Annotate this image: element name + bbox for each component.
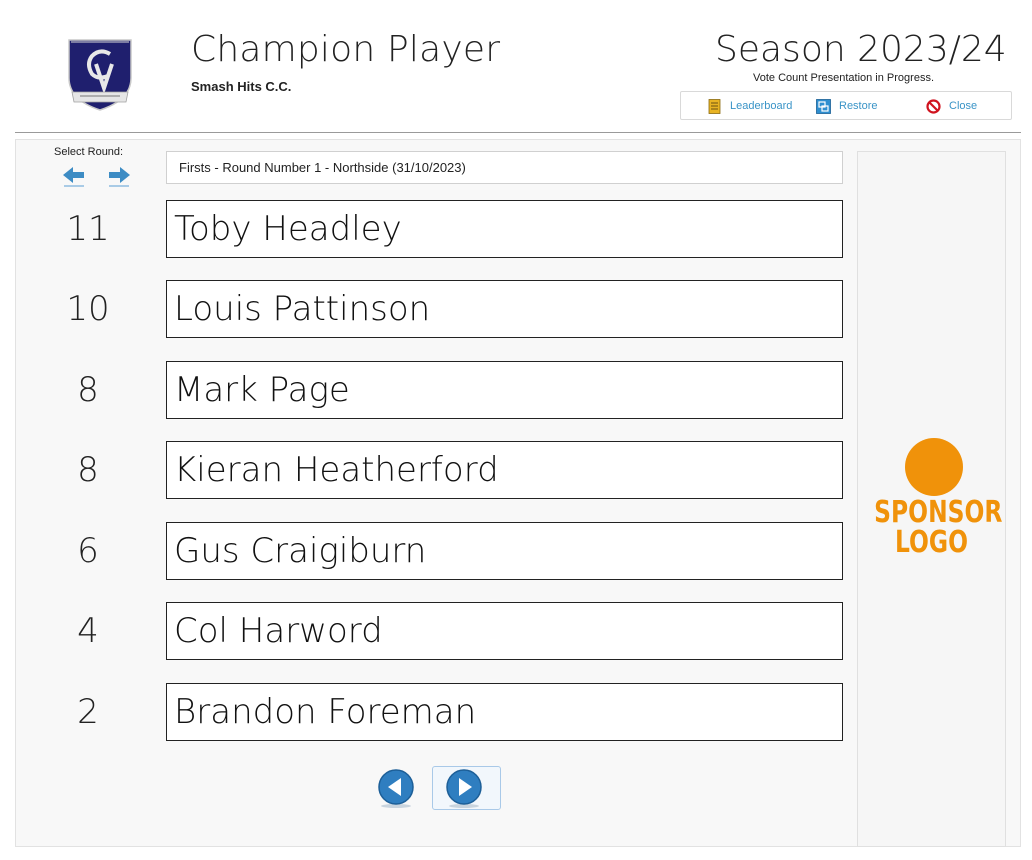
- vote-row: 4 Col Harword: [0, 602, 860, 660]
- restore-icon: [816, 98, 831, 114]
- vote-points: 8: [77, 370, 99, 410]
- restore-label: Restore: [839, 100, 878, 112]
- vote-player: Gus Craigiburn: [166, 522, 843, 580]
- sponsor-logo-dot: [905, 438, 963, 496]
- select-round-label: Select Round:: [54, 146, 124, 158]
- vote-points: 11: [66, 209, 110, 249]
- leaderboard-icon: [707, 98, 722, 114]
- app-title: Champion Player: [191, 29, 501, 70]
- vote-row: 8 Mark Page: [0, 361, 860, 419]
- vote-points: 8: [77, 450, 99, 490]
- sponsor-line-2: LOGO: [894, 525, 969, 560]
- circle-arrow-left-icon: [378, 769, 414, 808]
- arrow-right-icon: [109, 167, 130, 187]
- vote-player: Brandon Foreman: [166, 683, 843, 741]
- previous-vote-button[interactable]: [376, 768, 416, 808]
- vote-row: 10 Louis Pattinson: [0, 280, 860, 338]
- sponsor-panel: SPONSOR LOGO: [857, 151, 1006, 847]
- sponsor-logo-text: SPONSOR LOGO: [874, 495, 1003, 560]
- close-icon: [926, 98, 941, 114]
- vote-player: Mark Page: [166, 361, 843, 419]
- vote-points: 10: [66, 289, 110, 329]
- vote-player: Kieran Heatherford: [166, 441, 843, 499]
- vote-player: Louis Pattinson: [166, 280, 843, 338]
- sponsor-line-1: SPONSOR: [874, 495, 1003, 530]
- close-label: Close: [949, 100, 978, 112]
- restore-button[interactable]: Restore: [816, 96, 878, 116]
- toolbar: Leaderboard Restore Close: [680, 91, 1012, 120]
- vote-row: 2 Brandon Foreman: [0, 683, 860, 741]
- next-round-button[interactable]: [106, 166, 132, 188]
- vote-points: 6: [77, 531, 99, 571]
- vote-points: 2: [77, 692, 99, 732]
- close-button[interactable]: Close: [926, 96, 977, 116]
- circle-arrow-right-icon: [446, 769, 482, 808]
- club-crest-icon: [66, 34, 134, 114]
- status-text: Vote Count Presentation in Progress.: [753, 72, 934, 84]
- arrow-left-icon: [63, 167, 84, 187]
- previous-round-button[interactable]: [61, 166, 87, 188]
- vote-row: 8 Kieran Heatherford: [0, 441, 860, 499]
- leaderboard-button[interactable]: Leaderboard: [707, 96, 792, 116]
- vote-player: Col Harword: [166, 602, 843, 660]
- vote-row: 11 Toby Headley: [0, 200, 860, 258]
- vote-points: 4: [77, 611, 99, 651]
- vote-player: Toby Headley: [166, 200, 843, 258]
- next-vote-button[interactable]: [432, 766, 501, 810]
- round-select[interactable]: Firsts - Round Number 1 - Northside (31/…: [166, 151, 843, 184]
- season-title: Season 2023/24: [715, 29, 1007, 70]
- header-divider: [15, 132, 1021, 133]
- leaderboard-label: Leaderboard: [730, 100, 793, 112]
- vote-row: 6 Gus Craigiburn: [0, 522, 860, 580]
- club-name: Smash Hits C.C.: [191, 79, 292, 94]
